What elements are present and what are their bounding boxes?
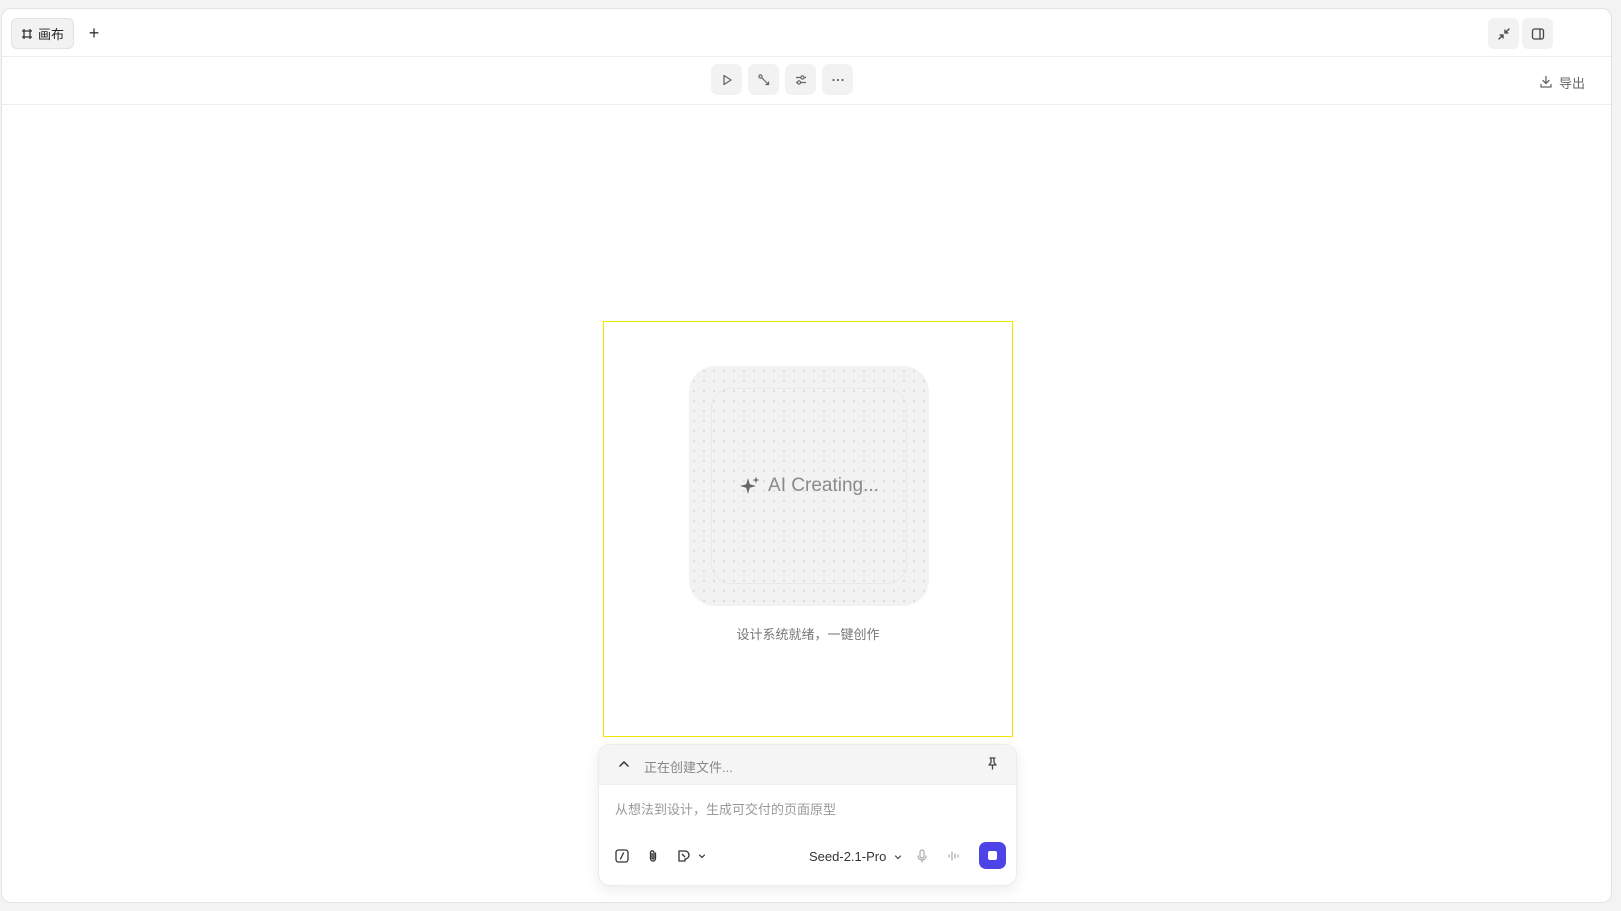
chevron-down-icon	[895, 854, 902, 859]
chat-toolbar: Seed-2.1-Pro	[599, 842, 1016, 872]
collapse-icon	[1497, 27, 1510, 40]
attach-button[interactable]	[645, 848, 661, 864]
download-icon	[1540, 75, 1552, 88]
ai-creating-label: AI Creating...	[768, 475, 879, 496]
chat-status-bar: 正在创建文件...	[599, 745, 1016, 785]
adjust-icon	[795, 74, 806, 85]
slash-command-icon	[615, 849, 629, 863]
sidebar-panel-icon	[1531, 27, 1544, 40]
connector-icon	[757, 73, 769, 85]
toggle-panel-button[interactable]	[1522, 18, 1553, 49]
more-button[interactable]	[822, 64, 853, 95]
command-button[interactable]	[614, 848, 630, 864]
frame-icon	[21, 28, 32, 39]
export-button[interactable]: 导出	[1539, 72, 1585, 92]
microphone-icon	[917, 849, 927, 863]
model-selector[interactable]: Seed-2.1-Pro	[809, 849, 903, 864]
prompt-input[interactable]	[615, 802, 995, 817]
audio-wave-button[interactable]	[946, 848, 962, 864]
adjust-button[interactable]	[785, 64, 816, 95]
voice-input-button[interactable]	[914, 848, 930, 864]
run-button[interactable]	[711, 64, 742, 95]
add-tab-button[interactable]: +	[84, 23, 104, 43]
tab-canvas[interactable]: 画布	[11, 18, 74, 49]
tab-label: 画布	[37, 27, 64, 42]
model-label: Seed-2.1-Pro	[809, 849, 887, 864]
paperclip-icon	[649, 850, 657, 862]
ai-creating-card: AI Creating...	[689, 366, 929, 606]
palette-icon	[678, 850, 690, 862]
ai-creating-status: AI Creating...	[739, 475, 879, 497]
pin-icon[interactable]	[985, 756, 1000, 771]
export-label: 导出	[1558, 75, 1585, 91]
chevron-down-icon	[698, 854, 706, 859]
ai-subtitle: 设计系统就绪，一键创作	[736, 627, 880, 642]
more-icon	[831, 78, 844, 81]
chat-panel: 正在创建文件... 从想法到设计，生成可交付的页面原型 Seed-2.1-Pro	[598, 744, 1017, 886]
stop-icon	[988, 851, 997, 860]
stop-generation-button[interactable]	[979, 842, 1006, 869]
play-icon	[722, 74, 732, 85]
toolbar: 导出	[2, 57, 1611, 105]
canvas-frame[interactable]: AI Creating... 设计系统就绪，一键创作	[603, 321, 1013, 737]
collapse-button[interactable]	[1488, 18, 1519, 49]
app-window: 画布 + 导出 AI Creating... 设计系统就绪，一键创作 正在创建文…	[1, 8, 1612, 903]
chevron-up-icon[interactable]	[617, 757, 631, 771]
chat-status-text: 正在创建文件...	[644, 760, 733, 775]
sparkle-icon	[740, 476, 760, 494]
audio-wave-icon	[948, 851, 959, 861]
connector-button[interactable]	[748, 64, 779, 95]
tab-bar: 画布 +	[2, 9, 1611, 57]
style-picker[interactable]	[676, 848, 707, 864]
